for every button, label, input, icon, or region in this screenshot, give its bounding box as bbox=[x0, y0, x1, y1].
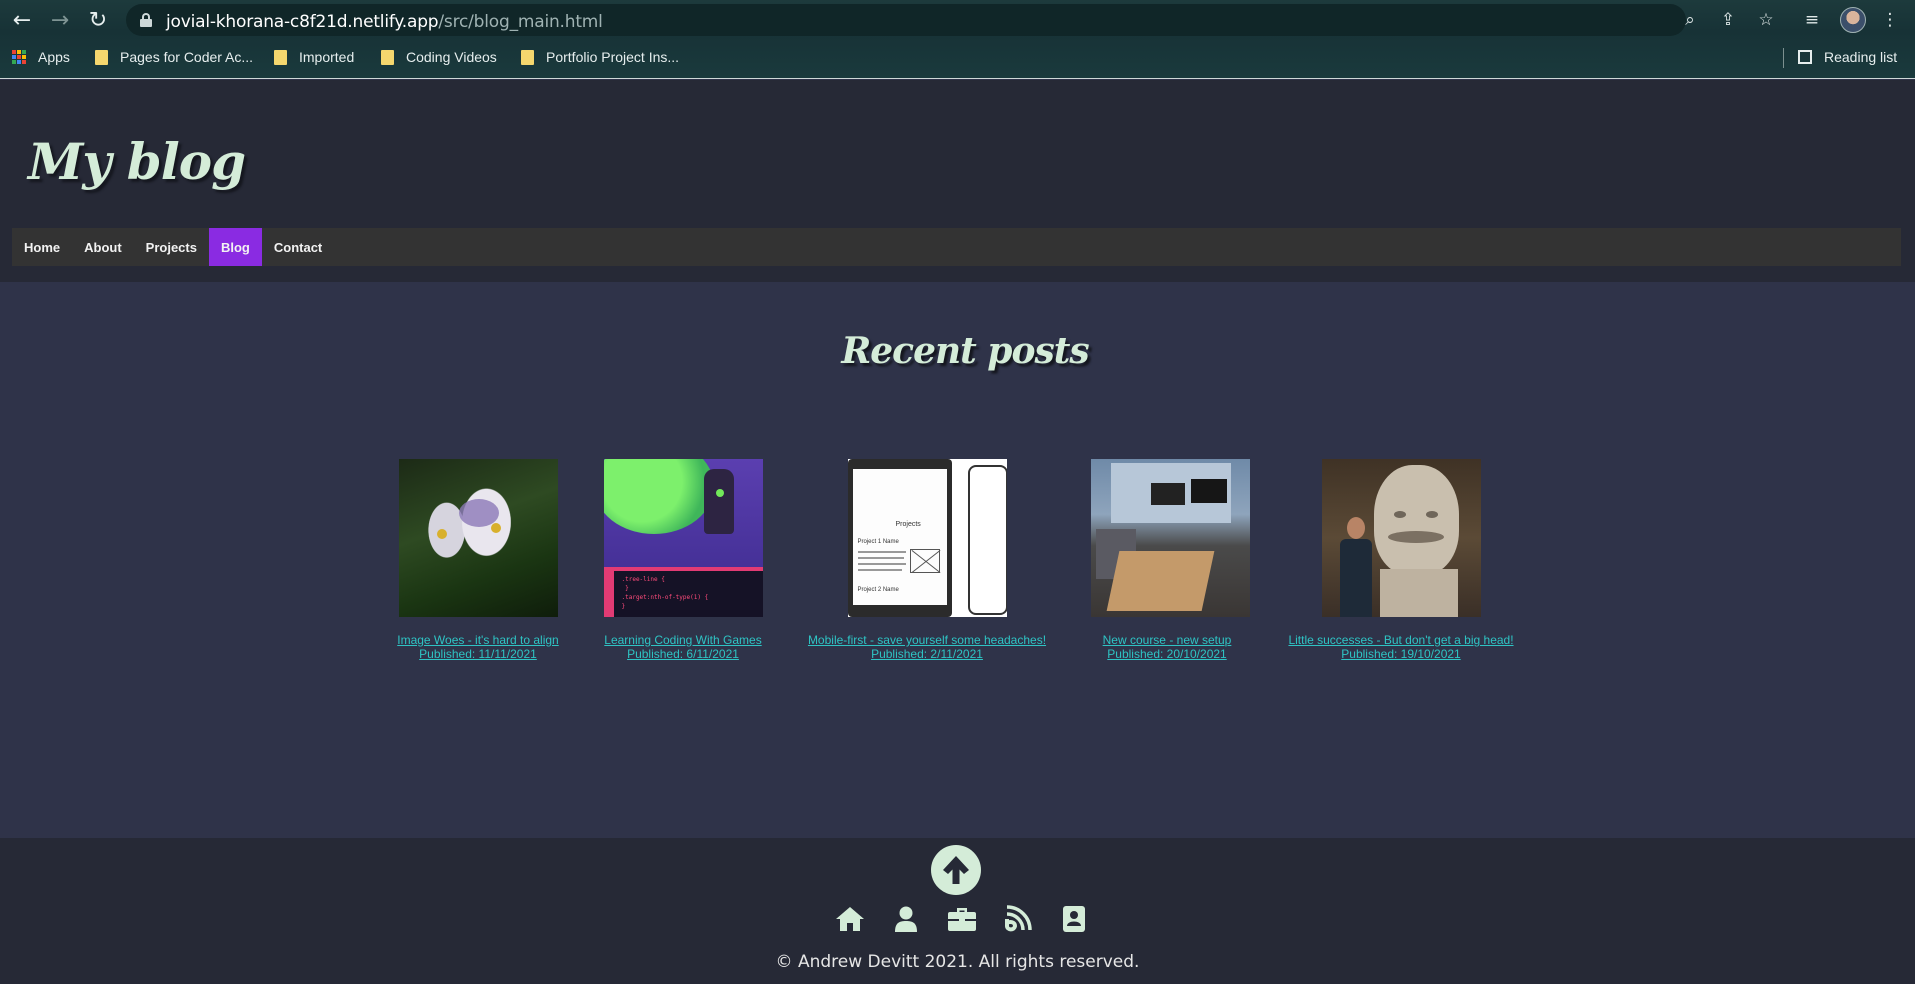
address-bar[interactable]: jovial-khorana-c8f21d.netlify.app/src/bl… bbox=[126, 4, 1686, 36]
post-card[interactable]: Projects Project 1 Name Project 2 Name M… bbox=[800, 459, 1054, 661]
main-navbar: Home About Projects Blog Contact bbox=[12, 228, 1901, 266]
post-date: Published: 2/11/2021 bbox=[871, 647, 983, 661]
profile-avatar[interactable] bbox=[1840, 7, 1866, 33]
media-queue-icon[interactable]: ≡ bbox=[1800, 8, 1824, 32]
zoom-icon[interactable]: ⌕ bbox=[1678, 8, 1702, 32]
footer-icon-links bbox=[0, 904, 1915, 934]
reading-list-icon bbox=[1798, 50, 1812, 64]
bookmark-label: Coding Videos bbox=[406, 49, 497, 65]
bookmark-label: Imported bbox=[299, 49, 355, 65]
nav-home[interactable]: Home bbox=[12, 228, 72, 266]
divider bbox=[1783, 48, 1784, 68]
blog-feed-icon[interactable] bbox=[1002, 904, 1035, 934]
post-thumbnail[interactable]: Projects Project 1 Name Project 2 Name bbox=[847, 459, 1007, 617]
nav-contact[interactable]: Contact bbox=[262, 228, 334, 266]
post-thumbnail[interactable] bbox=[1091, 459, 1250, 617]
lock-icon[interactable] bbox=[140, 13, 152, 27]
bookmark-apps[interactable]: Apps bbox=[12, 48, 70, 66]
nav-about[interactable]: About bbox=[72, 228, 134, 266]
bookmark-label: Portfolio Project Ins... bbox=[546, 49, 680, 65]
post-title: Learning Coding With Games bbox=[604, 633, 762, 647]
site-title: My blog bbox=[28, 132, 246, 191]
post-link[interactable]: Learning Coding With Games Published: 6/… bbox=[598, 633, 768, 661]
user-icon[interactable] bbox=[890, 904, 923, 934]
post-thumbnail[interactable] bbox=[1321, 459, 1481, 617]
post-card[interactable]: .tree-line { } .target:nth-of-type(1) {} … bbox=[598, 459, 768, 661]
bookmark-label: Apps bbox=[38, 49, 70, 65]
post-title: Image Woes - it's hard to align bbox=[397, 633, 559, 647]
copyright-text: © Andrew Devitt 2021. All rights reserve… bbox=[775, 952, 1140, 972]
browser-toolbar: ← → ↻ jovial-khorana-c8f21d.netlify.app/… bbox=[0, 0, 1915, 40]
page-title: Recent posts bbox=[841, 330, 1089, 372]
arrow-up-icon bbox=[943, 856, 969, 884]
post-link[interactable]: Mobile-first - save yourself some headac… bbox=[800, 633, 1054, 661]
post-card[interactable]: Little successes - But don't get a big h… bbox=[1280, 459, 1522, 661]
post-link[interactable]: Image Woes - it's hard to align Publishe… bbox=[392, 633, 564, 661]
back-arrow-icon[interactable]: ← bbox=[8, 6, 36, 34]
bookmark-imported[interactable]: Imported bbox=[274, 48, 354, 66]
post-link[interactable]: Little successes - But don't get a big h… bbox=[1280, 633, 1522, 661]
nav-blog[interactable]: Blog bbox=[208, 228, 262, 266]
site-footer: © Andrew Devitt 2021. All rights reserve… bbox=[0, 838, 1915, 984]
reload-icon[interactable]: ↻ bbox=[84, 6, 112, 34]
bookmark-pages-for-coder[interactable]: Pages for Coder Ac... bbox=[95, 48, 253, 66]
menu-kebab-icon[interactable]: ⋮ bbox=[1878, 8, 1902, 32]
bookmarks-bar: Apps Pages for Coder Ac... Imported Codi… bbox=[0, 44, 1915, 70]
post-thumbnail[interactable]: .tree-line { } .target:nth-of-type(1) {} bbox=[603, 459, 763, 617]
post-link[interactable]: New course - new setup Published: 20/10/… bbox=[1091, 633, 1243, 661]
bookmark-label: Pages for Coder Ac... bbox=[120, 49, 254, 65]
site-header: My blog Home About Projects Blog Contact bbox=[0, 80, 1915, 282]
post-date: Published: 20/10/2021 bbox=[1107, 647, 1227, 661]
url-host: jovial-khorana-c8f21d.netlify.app bbox=[166, 12, 439, 32]
post-date: Published: 11/11/2021 bbox=[419, 647, 537, 661]
forward-arrow-icon[interactable]: → bbox=[46, 6, 74, 34]
folder-icon bbox=[274, 49, 287, 65]
post-card[interactable]: New course - new setup Published: 20/10/… bbox=[1091, 459, 1250, 661]
post-title: New course - new setup bbox=[1102, 633, 1232, 647]
apps-icon bbox=[12, 50, 26, 64]
share-icon[interactable]: ⇪ bbox=[1716, 8, 1740, 32]
nav-projects[interactable]: Projects bbox=[134, 228, 209, 266]
folder-icon bbox=[95, 49, 108, 65]
post-date: Published: 19/10/2021 bbox=[1341, 647, 1461, 661]
folder-icon bbox=[381, 49, 394, 65]
briefcase-icon[interactable] bbox=[946, 904, 979, 934]
url-text[interactable]: jovial-khorana-c8f21d.netlify.app/src/bl… bbox=[166, 12, 603, 32]
browser-chrome: ← → ↻ jovial-khorana-c8f21d.netlify.app/… bbox=[0, 0, 1915, 79]
post-card[interactable]: Image Woes - it's hard to align Publishe… bbox=[392, 459, 564, 661]
scroll-to-top-button[interactable] bbox=[931, 845, 981, 895]
reading-list-button[interactable]: Reading list bbox=[1798, 48, 1897, 66]
post-title: Mobile-first - save yourself some headac… bbox=[807, 633, 1047, 647]
url-path: /src/blog_main.html bbox=[438, 12, 603, 32]
bookmark-star-icon[interactable]: ☆ bbox=[1754, 8, 1778, 32]
folder-icon bbox=[521, 49, 534, 65]
post-date: Published: 6/11/2021 bbox=[627, 647, 739, 661]
post-thumbnail[interactable] bbox=[398, 459, 558, 617]
bookmark-portfolio-project[interactable]: Portfolio Project Ins... bbox=[521, 48, 679, 66]
contact-card-icon[interactable] bbox=[1058, 904, 1091, 934]
reading-list-label: Reading list bbox=[1824, 49, 1898, 65]
post-title: Little successes - But don't get a big h… bbox=[1288, 633, 1514, 647]
home-icon[interactable] bbox=[834, 904, 867, 934]
bookmark-coding-videos[interactable]: Coding Videos bbox=[381, 48, 497, 66]
